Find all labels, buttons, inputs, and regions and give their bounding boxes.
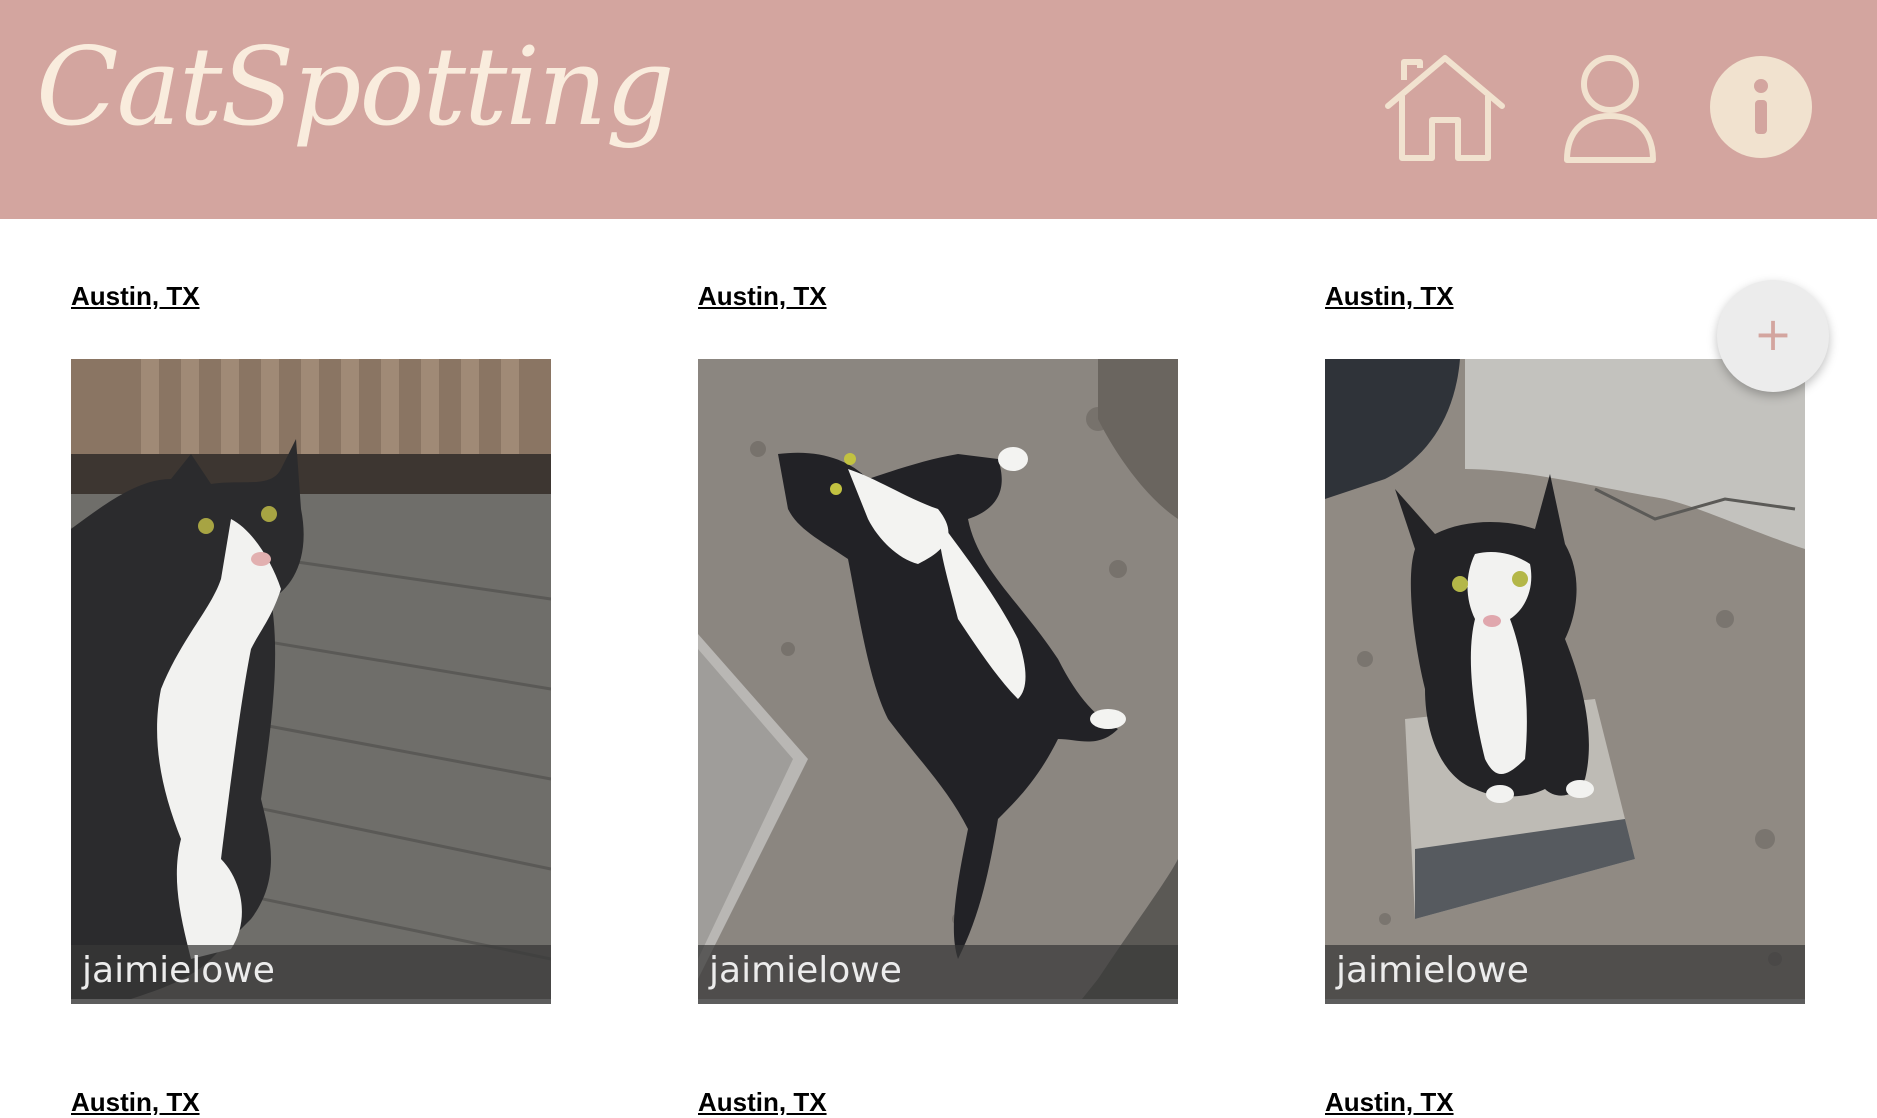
caption-underline [1325,999,1805,1004]
location-link[interactable]: Austin, TX [1325,1087,1454,1118]
add-post-button[interactable]: + [1717,280,1829,392]
username: jaimielowe [82,950,275,991]
user-icon[interactable] [1545,54,1675,164]
photo-caption: jaimielowe [71,945,551,999]
app-logo[interactable]: CatSpotting [36,18,675,158]
post-grid: Austin, TX jaimielowe Austin, TX jaimiel… [0,219,1877,1117]
location-link[interactable]: Austin, TX [698,281,827,312]
username: jaimielowe [709,950,902,991]
cat-photo[interactable]: jaimielowe [698,359,1178,1004]
location-link[interactable]: Austin, TX [71,1087,200,1118]
cat-photo[interactable]: jaimielowe [71,359,551,1004]
plus-icon: + [1753,307,1793,361]
location-link[interactable]: Austin, TX [1325,281,1454,312]
caption-underline [698,999,1178,1004]
location-link[interactable]: Austin, TX [698,1087,827,1118]
caption-underline [71,999,551,1004]
app-header: CatSpotting [0,0,1877,219]
location-link[interactable]: Austin, TX [71,281,200,312]
photo-caption: jaimielowe [698,945,1178,999]
home-icon[interactable] [1380,54,1510,164]
photo-caption: jaimielowe [1325,945,1805,999]
cat-photo[interactable]: jaimielowe [1325,359,1805,1004]
info-icon[interactable] [1710,56,1812,158]
username: jaimielowe [1336,950,1529,991]
